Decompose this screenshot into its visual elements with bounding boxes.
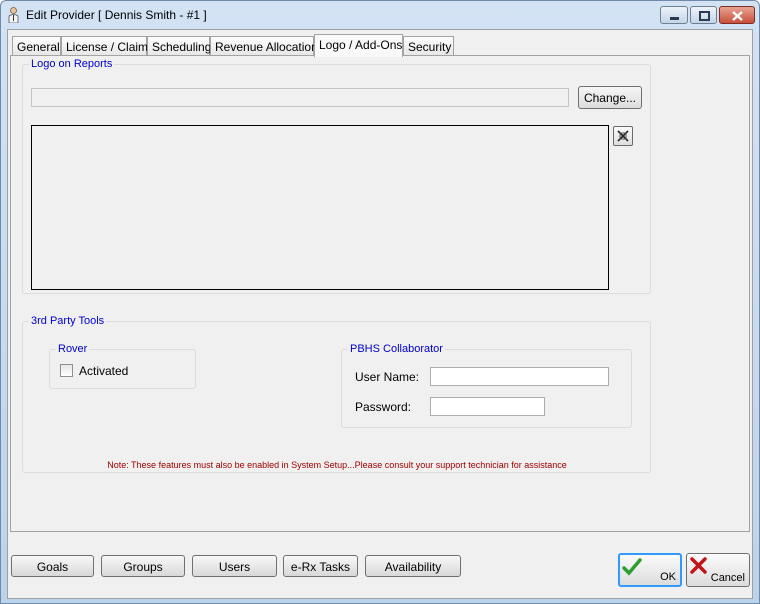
change-logo-button[interactable]: Change... <box>578 86 642 109</box>
logo-preview <box>31 125 609 290</box>
tab-logo-add-ons[interactable]: Logo / Add-Ons <box>314 34 403 57</box>
groups-button[interactable]: Groups <box>101 555 185 577</box>
pbhs-collaborator-group: PBHS Collaborator User Name: Password: <box>341 343 632 428</box>
logo-path-field <box>31 88 569 107</box>
username-input[interactable] <box>430 367 609 386</box>
erx-tasks-button[interactable]: e-Rx Tasks <box>283 555 358 577</box>
collaborator-group-title: PBHS Collaborator <box>348 343 445 355</box>
maximize-icon <box>699 11 710 21</box>
password-label: Password: <box>355 400 412 414</box>
tab-license-claims[interactable]: License / Claims <box>61 36 154 56</box>
provider-person-icon <box>8 7 19 23</box>
cancel-x-icon <box>690 557 707 574</box>
rover-activated-checkbox[interactable] <box>60 364 73 377</box>
title-bar[interactable]: Edit Provider [ Dennis Smith - #1 ] <box>1 1 759 29</box>
tab-security[interactable]: Security <box>403 36 454 56</box>
cancel-label: Cancel <box>710 572 745 584</box>
minimize-button[interactable] <box>660 6 688 24</box>
close-button[interactable] <box>719 6 755 24</box>
logo-add-ons-page: Logo on Reports Change... 3rd Party Tool… <box>10 55 750 532</box>
checkmark-icon <box>622 558 642 576</box>
rover-group-title: Rover <box>56 343 90 355</box>
clear-image-icon <box>617 130 629 142</box>
tab-general[interactable]: General <box>12 36 61 56</box>
goals-button[interactable]: Goals <box>11 555 94 577</box>
minimize-icon <box>670 17 679 20</box>
logo-group-title: Logo on Reports <box>29 58 115 70</box>
dialog-client-area: General License / Claims Scheduling Reve… <box>7 29 753 599</box>
cancel-button[interactable]: Cancel <box>686 553 750 587</box>
third-party-tools-group: 3rd Party Tools Rover Activated PBHS Col… <box>22 315 651 473</box>
availability-button[interactable]: Availability <box>365 555 461 577</box>
clear-logo-button[interactable] <box>613 126 633 146</box>
username-label: User Name: <box>355 370 420 384</box>
users-button[interactable]: Users <box>192 555 277 577</box>
maximize-button[interactable] <box>690 6 717 24</box>
logo-on-reports-group: Logo on Reports Change... <box>22 58 651 294</box>
rover-activated-label[interactable]: Activated <box>79 364 128 378</box>
enable-features-note: Note: These features must also be enable… <box>107 460 567 470</box>
window-title: Edit Provider [ Dennis Smith - #1 ] <box>26 8 207 22</box>
close-icon <box>732 11 743 21</box>
tab-scheduling[interactable]: Scheduling <box>147 36 211 56</box>
ok-label: OK <box>660 571 676 583</box>
edit-provider-window: Edit Provider [ Dennis Smith - #1 ] Gene… <box>0 0 760 604</box>
ok-button[interactable]: OK <box>618 553 682 587</box>
tab-revenue-allocation[interactable]: Revenue Allocation <box>210 36 318 56</box>
tools-group-title: 3rd Party Tools <box>29 315 107 327</box>
rover-group: Rover Activated <box>49 343 196 389</box>
password-input[interactable] <box>430 397 545 416</box>
